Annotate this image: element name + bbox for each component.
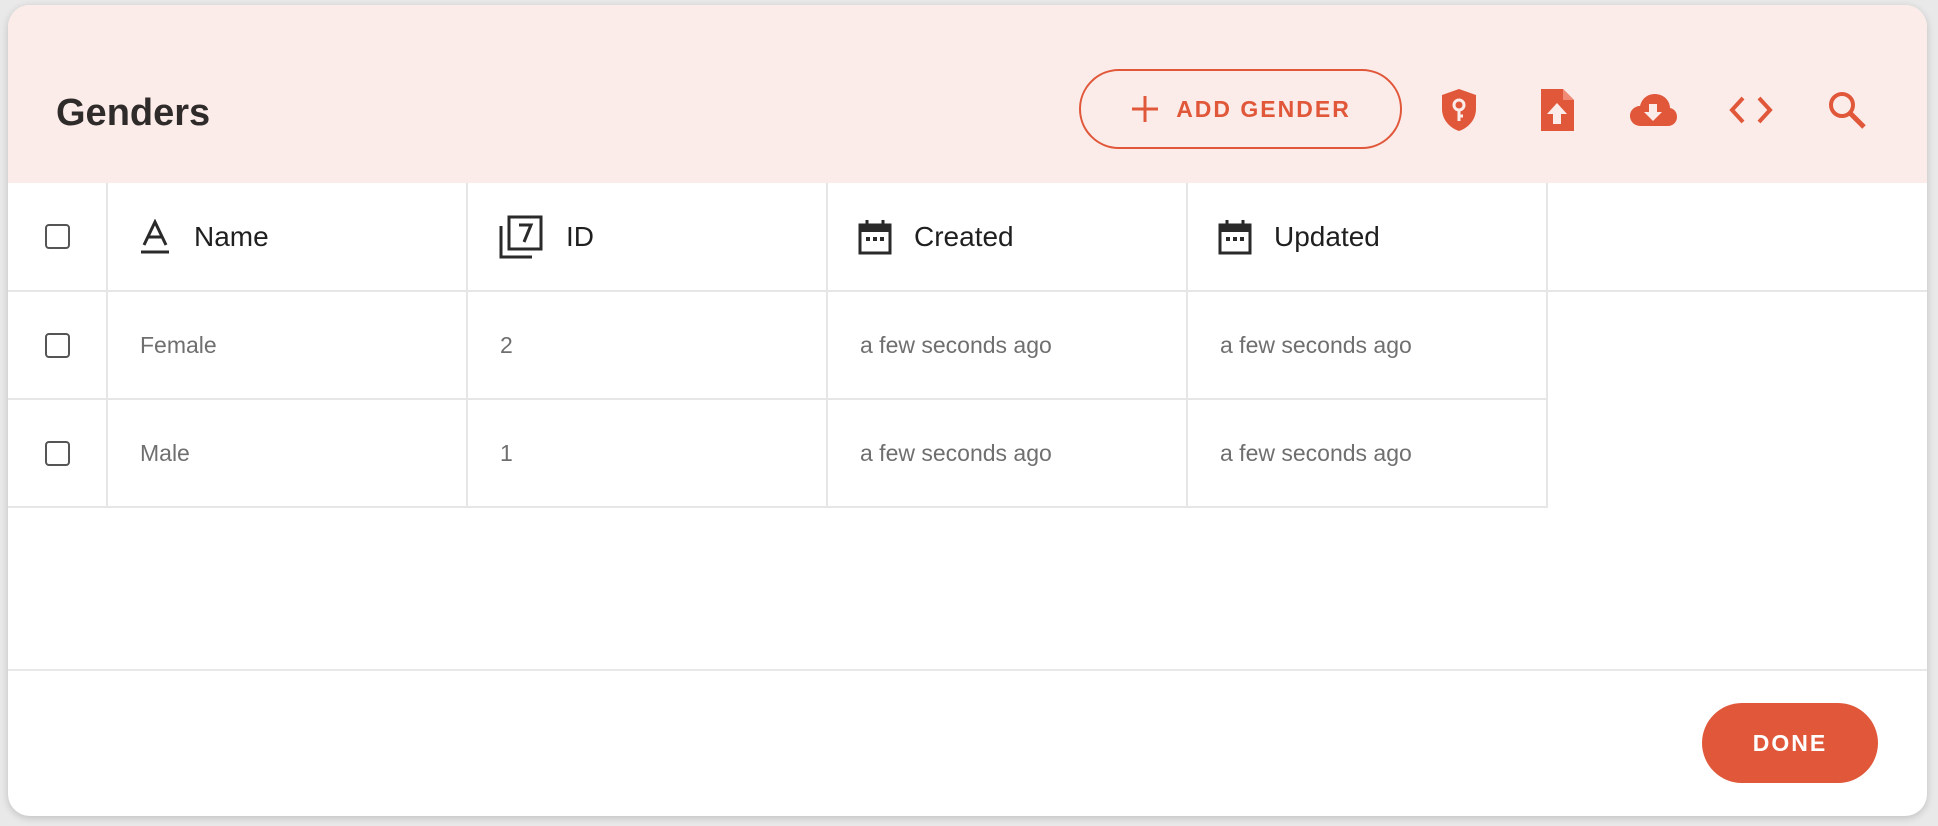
column-header-id[interactable]: ID: [468, 183, 828, 290]
row-checkbox[interactable]: [45, 440, 70, 466]
search-icon[interactable]: [1822, 85, 1872, 135]
cell-id[interactable]: 2: [468, 292, 828, 398]
add-gender-label: ADD GENDER: [1176, 95, 1351, 122]
cell-created[interactable]: a few seconds ago: [828, 400, 1188, 506]
cell-id[interactable]: 1: [468, 400, 828, 506]
cell-name[interactable]: Male: [108, 400, 468, 506]
table-header-row: Name ID Created Updated: [8, 183, 1927, 292]
table-row[interactable]: Female 2 a few seconds ago a few seconds…: [8, 292, 1548, 400]
column-label: Created: [914, 220, 1014, 252]
calendar-icon: [1218, 219, 1252, 255]
column-header-updated[interactable]: Updated: [1188, 183, 1548, 290]
column-label: Updated: [1274, 220, 1380, 252]
footer-divider: [8, 669, 1927, 671]
cell-updated[interactable]: a few seconds ago: [1188, 292, 1548, 398]
genders-dialog: Genders ADD GENDER Name ID Created Updat…: [8, 5, 1927, 816]
row-checkbox[interactable]: [45, 332, 70, 358]
cell-updated[interactable]: a few seconds ago: [1188, 400, 1548, 506]
add-gender-button[interactable]: ADD GENDER: [1079, 69, 1402, 149]
code-icon[interactable]: [1726, 85, 1776, 135]
text-format-icon: [138, 218, 172, 255]
done-button[interactable]: DONE: [1702, 703, 1878, 783]
column-label: ID: [566, 220, 594, 252]
column-label: Name: [194, 220, 269, 252]
cell-created[interactable]: a few seconds ago: [828, 292, 1188, 398]
column-header-created[interactable]: Created: [828, 183, 1188, 290]
calendar-icon: [858, 219, 892, 255]
column-header-name[interactable]: Name: [108, 183, 468, 290]
select-all-cell: [8, 183, 108, 290]
row-select-cell: [8, 292, 108, 398]
select-all-checkbox[interactable]: [45, 224, 70, 249]
plus-icon: [1132, 96, 1159, 122]
cloud-download-icon[interactable]: [1628, 85, 1678, 135]
shield-key-icon[interactable]: [1434, 85, 1484, 135]
dialog-header: Genders ADD GENDER: [8, 5, 1927, 183]
table-row[interactable]: Male 1 a few seconds ago a few seconds a…: [8, 400, 1548, 508]
page-title: Genders: [56, 92, 211, 134]
cell-name[interactable]: Female: [108, 292, 468, 398]
file-upload-icon[interactable]: [1532, 85, 1582, 135]
number-box-icon: [498, 214, 544, 260]
row-select-cell: [8, 400, 108, 506]
